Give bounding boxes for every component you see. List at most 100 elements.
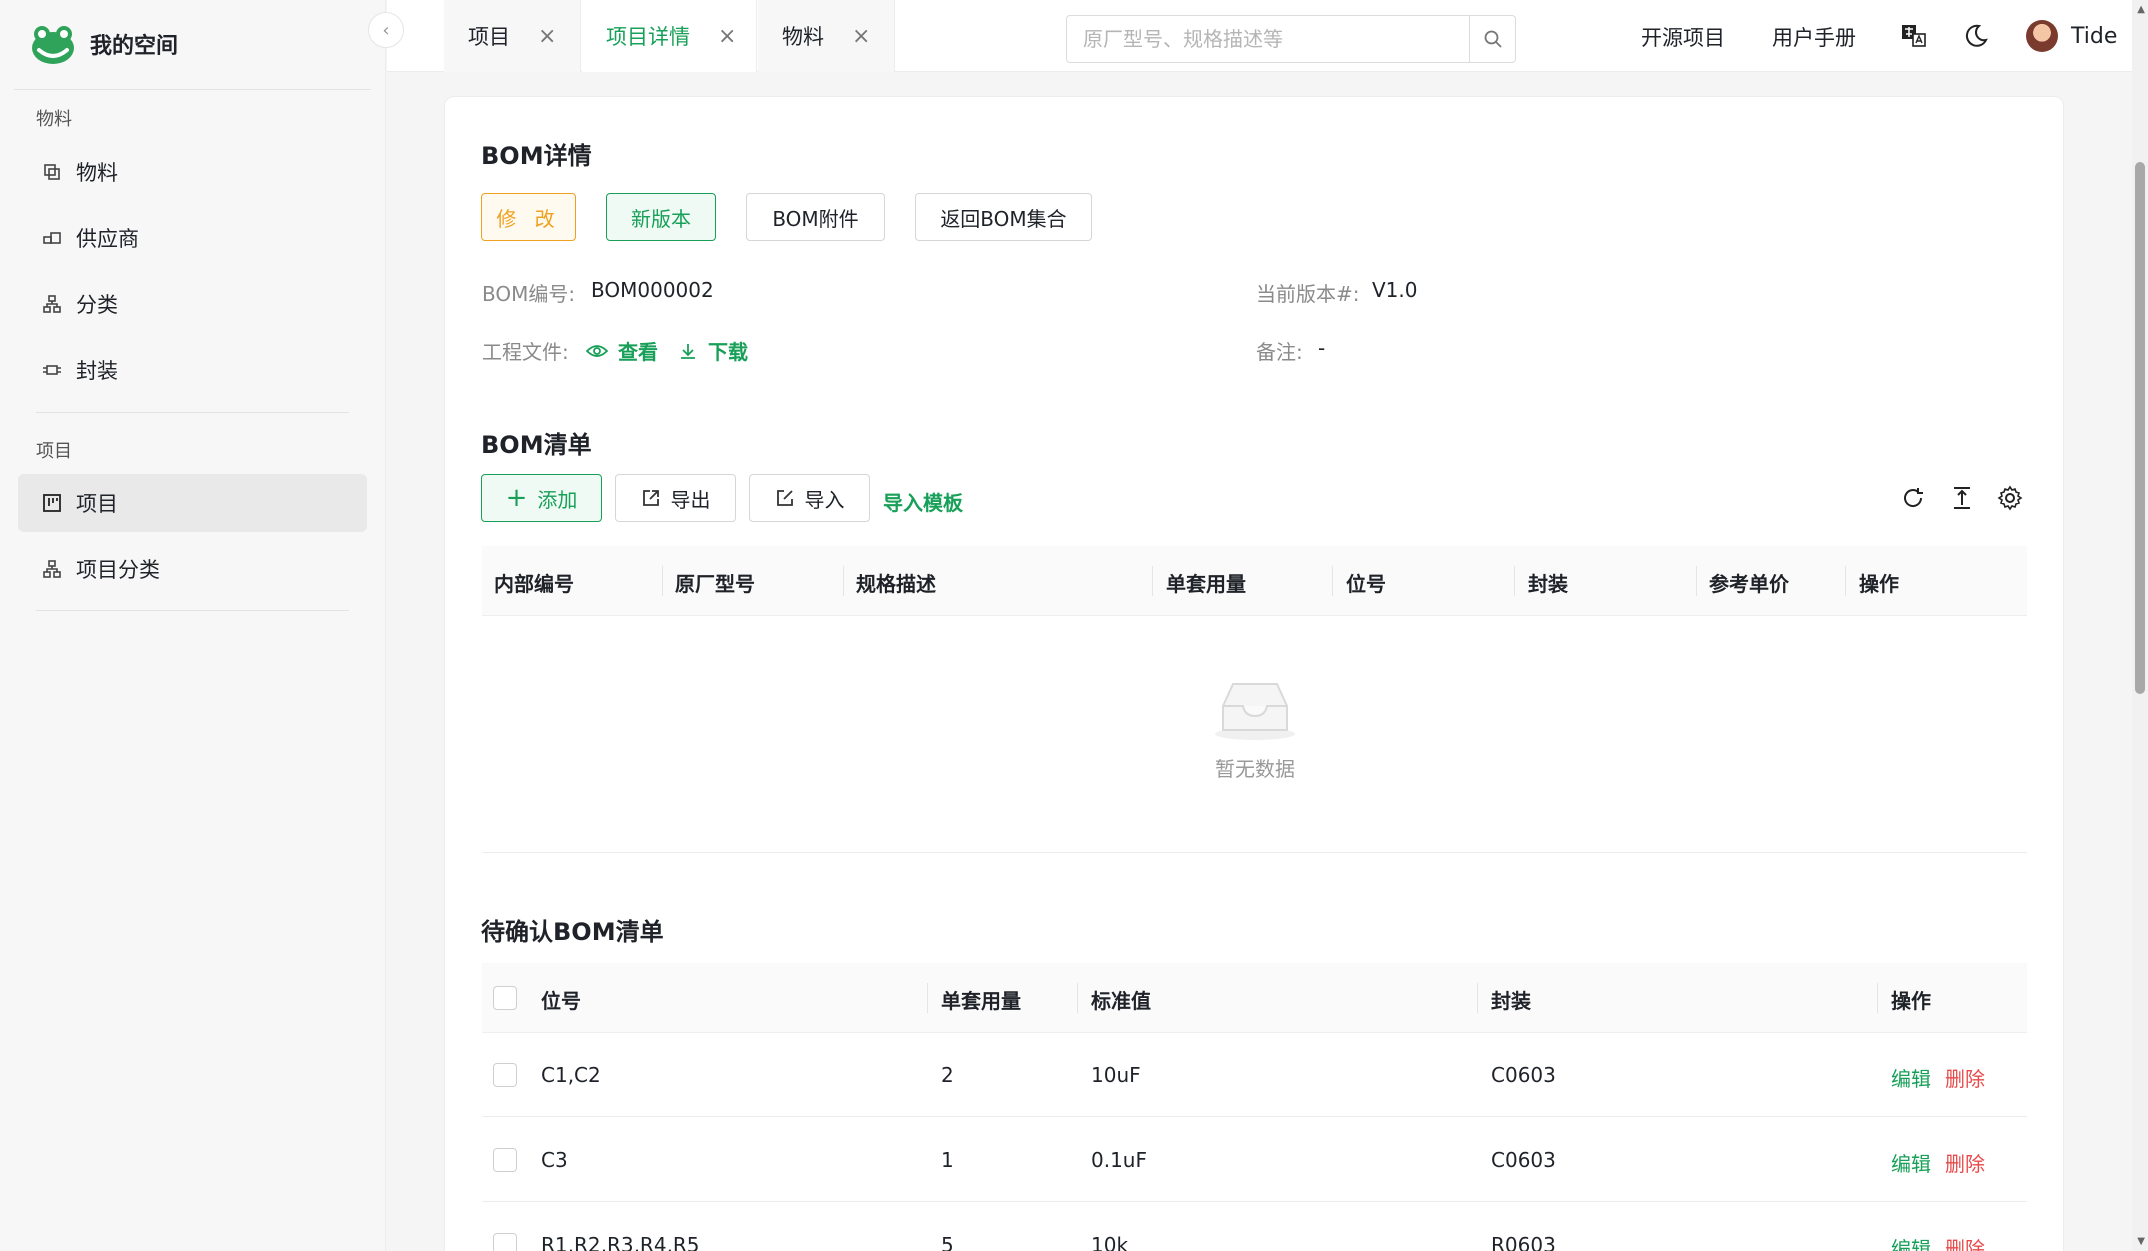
sidebar-item-label: 物料	[76, 161, 118, 185]
empty-state-text: 暂无数据	[1215, 757, 1295, 781]
column-header: 位号	[541, 989, 581, 1013]
row-ref: R1,R2,R3,R4,R5	[541, 1233, 700, 1251]
row-delete-link[interactable]: 删除	[1945, 1063, 1985, 1092]
sidebar-collapse-button[interactable]: ‹	[368, 12, 404, 48]
sidebar-item-label: 项目分类	[76, 558, 160, 582]
edit-button[interactable]: 修 改	[481, 193, 576, 241]
column-header: 封装	[1528, 572, 1568, 596]
settings-gear-icon[interactable]	[1997, 485, 2023, 511]
row-ref: C3	[541, 1148, 568, 1172]
eye-icon	[586, 344, 608, 357]
search-input[interactable]	[1067, 16, 1469, 62]
translate-icon[interactable]	[1900, 22, 1928, 50]
close-icon[interactable]: ×	[538, 24, 556, 49]
bom-list-title: BOM清单	[481, 431, 592, 459]
row-delete-link[interactable]: 删除	[1945, 1148, 1985, 1177]
import-button-label: 导入	[804, 487, 845, 512]
row-checkbox[interactable]	[493, 1063, 517, 1087]
row-edit-link[interactable]: 编辑	[1891, 1063, 1931, 1092]
tab-materials[interactable]: 物料 ×	[758, 0, 895, 72]
column-header: 规格描述	[856, 572, 936, 596]
column-header: 操作	[1859, 572, 1899, 596]
row-edit-link[interactable]: 编辑	[1891, 1148, 1931, 1177]
row-divider	[482, 1116, 2027, 1117]
download-file-link[interactable]: 下载	[678, 336, 748, 365]
column-header: 标准值	[1091, 989, 1151, 1013]
user-avatar[interactable]	[2026, 20, 2058, 52]
tab-label: 项目详情	[606, 25, 690, 49]
row-value: 10uF	[1091, 1063, 1141, 1087]
sidebar-item-suppliers[interactable]: 供应商	[18, 209, 367, 267]
dark-mode-moon-icon[interactable]	[1962, 22, 1990, 50]
column-height-icon[interactable]	[1949, 485, 1975, 511]
hierarchy-icon	[43, 560, 61, 578]
section-divider	[482, 852, 2027, 853]
download-icon	[681, 343, 695, 359]
column-header: 封装	[1491, 989, 1531, 1013]
select-all-checkbox[interactable]	[493, 986, 517, 1010]
user-manual-link[interactable]: 用户手册	[1772, 22, 1856, 52]
column-divider	[1077, 983, 1078, 1013]
tab-projects[interactable]: 项目 ×	[444, 0, 581, 72]
column-header: 单套用量	[941, 989, 1021, 1013]
sidebar-item-label: 供应商	[76, 227, 139, 251]
close-icon[interactable]: ×	[718, 24, 736, 49]
row-delete-link[interactable]: 删除	[1945, 1233, 1985, 1251]
tab-label: 项目	[468, 25, 510, 49]
scroll-down-arrow-icon[interactable]: ▼	[2137, 1236, 2145, 1247]
app-logo[interactable]: 我的空间	[30, 22, 178, 66]
scrollbar-thumb[interactable]	[2135, 162, 2145, 694]
row-checkbox[interactable]	[493, 1148, 517, 1172]
bom-attachment-button[interactable]: BOM附件	[746, 193, 885, 241]
row-divider	[482, 1201, 2027, 1202]
column-divider	[1514, 566, 1515, 596]
user-name[interactable]: Tide	[2071, 24, 2117, 49]
plus-icon: +	[505, 483, 528, 513]
sidebar-item-packages[interactable]: 封装	[18, 341, 367, 399]
row-package: C0603	[1491, 1063, 1556, 1087]
new-version-button[interactable]: 新版本	[606, 193, 716, 241]
sidebar-item-label: 封装	[76, 359, 118, 383]
bom-table-header: 内部编号 原厂型号 规格描述 单套用量 位号 封装 参考单价 操作	[482, 546, 2027, 616]
tab-project-detail[interactable]: 项目详情 ×	[582, 0, 757, 72]
column-divider	[1152, 566, 1153, 596]
sidebar-item-categories[interactable]: 分类	[18, 275, 367, 333]
close-icon[interactable]: ×	[852, 24, 870, 49]
column-header: 操作	[1891, 989, 1931, 1013]
open-source-projects-link[interactable]: 开源项目	[1641, 22, 1725, 52]
sidebar-item-label: 分类	[76, 293, 118, 317]
note-value: -	[1318, 336, 1326, 360]
import-edit-icon	[776, 490, 793, 506]
export-button[interactable]: 导出	[615, 474, 736, 522]
sidebar-item-label: 项目	[76, 492, 118, 516]
column-divider	[1477, 983, 1478, 1013]
row-checkbox[interactable]	[493, 1233, 517, 1251]
empty-inbox-icon	[1215, 683, 1295, 740]
row-package: C0603	[1491, 1148, 1556, 1172]
row-edit-link[interactable]: 编辑	[1891, 1233, 1931, 1251]
add-button[interactable]: + 添加	[481, 474, 602, 522]
view-file-link[interactable]: 查看	[586, 336, 658, 365]
column-header: 原厂型号	[675, 572, 755, 596]
row-qty: 5	[941, 1233, 954, 1251]
back-to-bom-set-button[interactable]: 返回BOM集合	[915, 193, 1092, 241]
import-template-link[interactable]: 导入模板	[883, 487, 963, 516]
sidebar-item-projects[interactable]: 项目	[18, 474, 367, 532]
search-button[interactable]	[1469, 16, 1515, 62]
chevron-left-icon: ‹	[382, 19, 390, 41]
row-qty: 1	[941, 1148, 954, 1172]
sidebar-item-materials[interactable]: 物料	[18, 143, 367, 201]
scroll-up-arrow-icon[interactable]: ▲	[2137, 4, 2145, 15]
app-title: 我的空间	[90, 34, 179, 59]
refresh-icon[interactable]	[1900, 485, 1926, 511]
page-scrollbar[interactable]: ▲ ▼	[2132, 0, 2148, 1251]
column-header: 内部编号	[494, 572, 574, 596]
sidebar-divider	[36, 412, 349, 413]
bom-number-label: BOM编号:	[482, 282, 576, 306]
add-button-label: 添加	[537, 487, 578, 512]
row-value: 0.1uF	[1091, 1148, 1147, 1172]
import-button[interactable]: 导入	[749, 474, 870, 522]
sidebar: 我的空间 物料 物料 供应商 分类 封装 项目 项目 项目分类	[0, 0, 386, 1251]
view-file-label: 查看	[618, 340, 658, 364]
sidebar-item-project-categories[interactable]: 项目分类	[18, 540, 367, 598]
